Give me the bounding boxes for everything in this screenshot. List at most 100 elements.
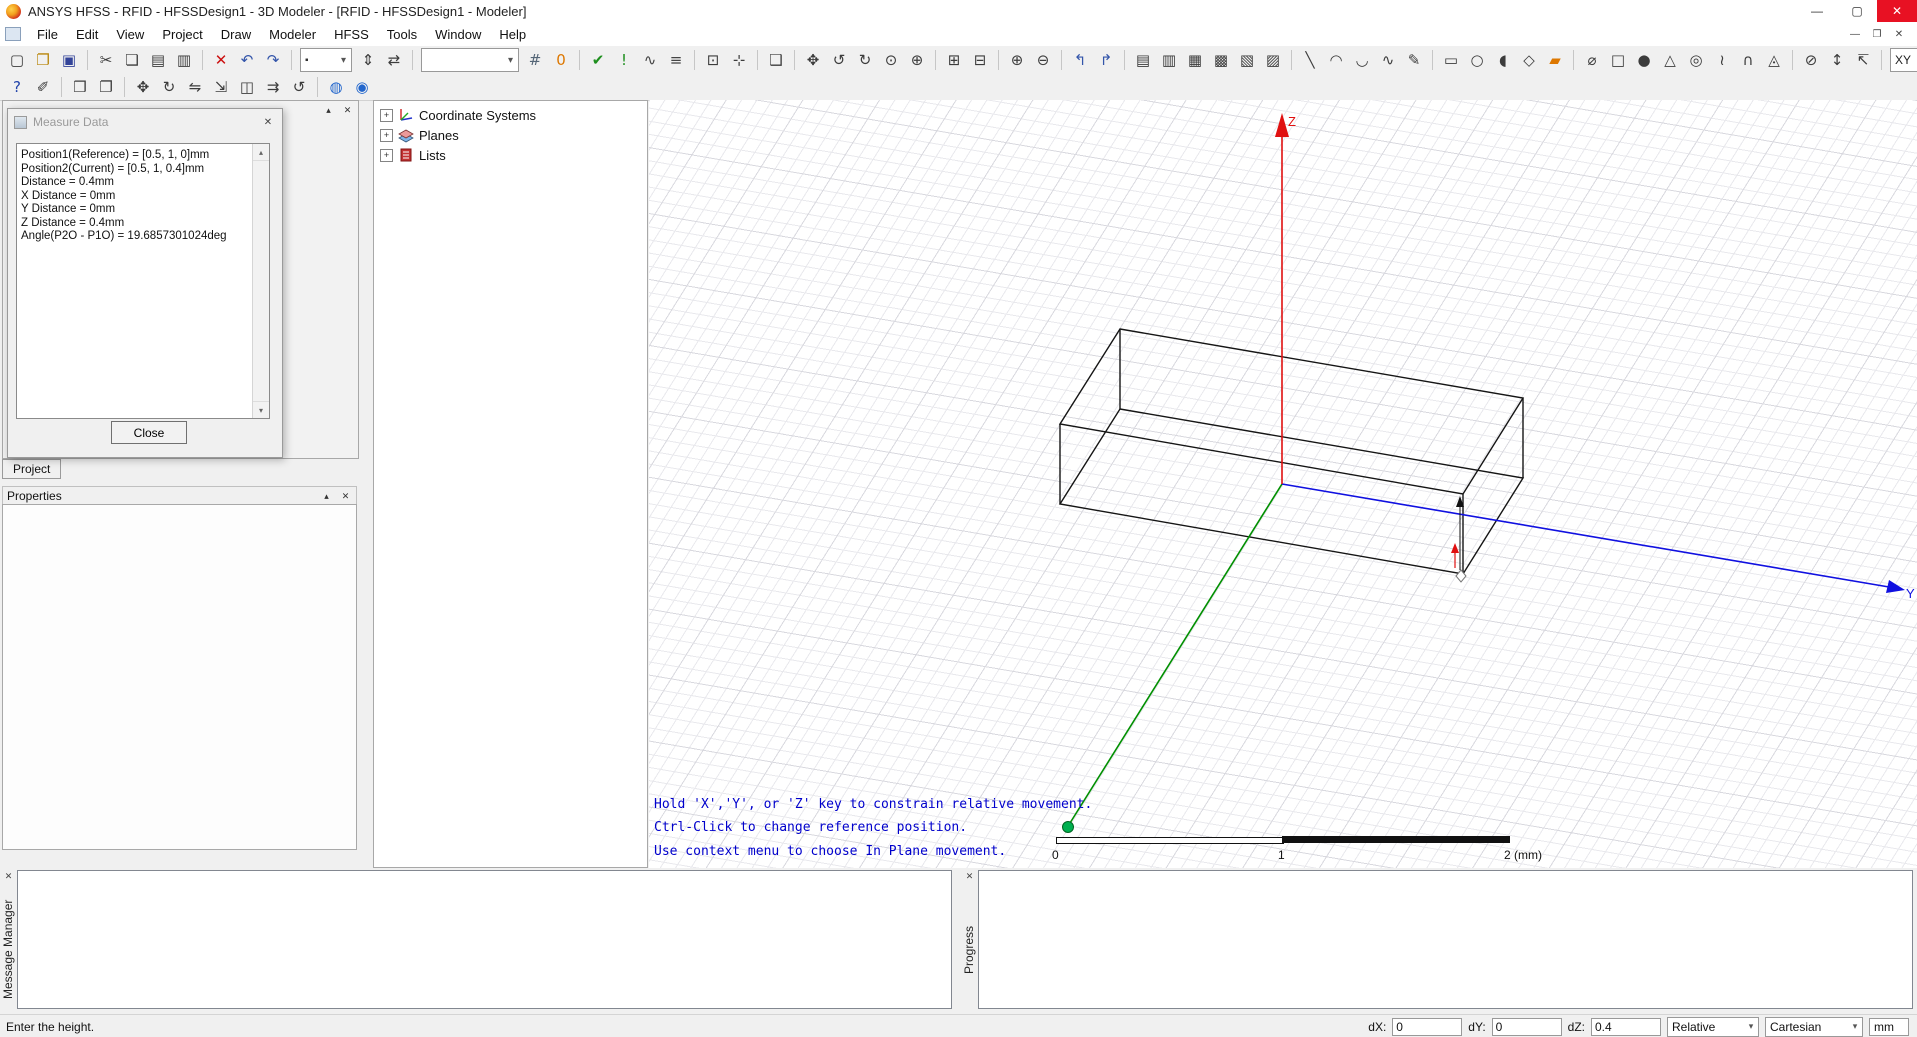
draw-cylinder-button[interactable]: ⌀ (1579, 48, 1605, 72)
menu-file[interactable]: File (28, 24, 67, 45)
select-multi-button[interactable]: ⇄ (381, 48, 407, 72)
zero-coordinate-button[interactable]: 0 (548, 48, 574, 72)
view-redo-button[interactable]: ↱ (1093, 48, 1119, 72)
select-vertex-button[interactable]: ⇕ (355, 48, 381, 72)
view-bottom-button[interactable]: ▥ (1156, 48, 1182, 72)
menu-hfss[interactable]: HFSS (325, 24, 378, 45)
view-left-button[interactable]: ▧ (1234, 48, 1260, 72)
dialog-titlebar[interactable]: Measure Data ✕ (8, 109, 282, 135)
window-split-button[interactable]: ❒ (67, 75, 93, 99)
fit-all-button[interactable]: ⊞ (941, 48, 967, 72)
view-right-button[interactable]: ▨ (1260, 48, 1286, 72)
menu-view[interactable]: View (107, 24, 153, 45)
view-top-button[interactable]: ▤ (1130, 48, 1156, 72)
whats-this-help-button[interactable]: ✐ (30, 75, 56, 99)
print-button[interactable]: ▥ (171, 48, 197, 72)
rotate-objects-button[interactable]: ↻ (156, 75, 182, 99)
zoom-out-button[interactable]: ⊖ (1030, 48, 1056, 72)
copy-button[interactable]: ❏ (119, 48, 145, 72)
measure-results-list[interactable]: Position1(Reference) = [0.5, 1, 0]mm Posi… (16, 143, 270, 419)
draw-plane-button[interactable]: ▰ (1542, 48, 1568, 72)
radiation-sphere-button[interactable]: ◉ (349, 75, 375, 99)
close-icon[interactable]: ✕ (963, 870, 976, 883)
paste-button[interactable]: ▤ (145, 48, 171, 72)
draw-torus-button[interactable]: ◎ (1683, 48, 1709, 72)
cut-button[interactable]: ✂ (93, 48, 119, 72)
tree-item-planes[interactable]: + Planes (374, 125, 647, 145)
draw-circle-button[interactable]: ○ (1464, 48, 1490, 72)
draw-rectangle-button[interactable]: ▭ (1438, 48, 1464, 72)
tree-item-coordinate-systems[interactable]: + Coordinate Systems (374, 105, 647, 125)
window-layout-button[interactable]: ❐ (93, 75, 119, 99)
plane-dropdown[interactable]: XY ▾ (1890, 48, 1917, 72)
coordinate-system-dropdown[interactable]: Cartesian ▾ (1765, 1016, 1863, 1037)
close-icon[interactable]: ✕ (338, 489, 353, 503)
close-icon[interactable]: ✕ (2, 870, 15, 883)
draw-polygon-button[interactable]: ◇ (1516, 48, 1542, 72)
rotate-axis-button[interactable]: ↻ (852, 48, 878, 72)
duplicate-along-line-button[interactable]: ⇉ (260, 75, 286, 99)
dx-input[interactable]: 0 (1392, 1017, 1463, 1036)
optimetrics-button[interactable]: ∿ (637, 48, 663, 72)
undo-button[interactable]: ↶ (234, 48, 260, 72)
zoom-area-button[interactable]: ⊡ (700, 48, 726, 72)
menu-modeler[interactable]: Modeler (260, 24, 325, 45)
draw-line-button[interactable]: ╲ (1297, 48, 1323, 72)
validate-button[interactable]: ✔ (585, 48, 611, 72)
measure-distance-button[interactable]: ↕ (1824, 48, 1850, 72)
child-minimize-button[interactable]: — (1845, 25, 1865, 43)
pan-view-button[interactable]: ✥ (800, 48, 826, 72)
measure-button[interactable]: ⊹ (726, 48, 752, 72)
fit-selection-button[interactable]: ⊟ (967, 48, 993, 72)
mirror-objects-button[interactable]: ⇋ (182, 75, 208, 99)
draw-spline-button[interactable]: ∿ (1375, 48, 1401, 72)
menu-window[interactable]: Window (426, 24, 490, 45)
move-objects-button[interactable]: ✥ (130, 75, 156, 99)
draw-box-button[interactable]: □ (1605, 48, 1631, 72)
child-restore-button[interactable]: ❐ (1867, 25, 1887, 43)
draw-sphere-button[interactable]: ● (1631, 48, 1657, 72)
copy-image-button[interactable]: ❑ (763, 48, 789, 72)
scroll-down-icon[interactable]: ▾ (253, 401, 269, 418)
project-tab[interactable]: Project (2, 459, 62, 479)
close-button[interactable]: ✕ (1877, 0, 1917, 22)
tree-item-lists[interactable]: + Lists (374, 145, 647, 165)
coordinate-mode-dropdown[interactable]: Relative ▾ (1667, 1016, 1759, 1037)
expand-icon[interactable]: + (380, 108, 393, 122)
new-file-button[interactable]: ▢ (4, 48, 30, 72)
collapse-icon[interactable]: ▴ (321, 103, 336, 117)
duplicate-around-axis-button[interactable]: ↺ (286, 75, 312, 99)
menu-project[interactable]: Project (153, 24, 211, 45)
open-file-button[interactable]: ❐ (30, 48, 56, 72)
rotate-free-button[interactable]: ↺ (826, 48, 852, 72)
align-view-button[interactable]: ↸ (1850, 48, 1876, 72)
history-dropdown[interactable]: ▾ (421, 48, 519, 72)
menu-edit[interactable]: Edit (67, 24, 107, 45)
expand-icon[interactable]: + (380, 128, 393, 142)
draw-ellipse-button[interactable]: ◖ (1490, 48, 1516, 72)
zoom-in-button[interactable]: ⊕ (1004, 48, 1030, 72)
non-model-toggle-button[interactable]: ⊘ (1798, 48, 1824, 72)
draw-sweep-button[interactable]: ✎ (1401, 48, 1427, 72)
redo-button[interactable]: ↷ (260, 48, 286, 72)
child-window-icon[interactable] (5, 27, 21, 41)
maximize-button[interactable]: ▢ (1837, 0, 1877, 22)
dz-input[interactable]: 0.4 (1591, 1017, 1661, 1036)
draw-cone-button[interactable]: △ (1657, 48, 1683, 72)
units-box[interactable]: mm (1869, 1017, 1909, 1036)
draw-arc-3pt-button[interactable]: ◡ (1349, 48, 1375, 72)
boundary-display-button[interactable]: ◍ (323, 75, 349, 99)
set-rotation-center-button[interactable]: ⊕ (904, 48, 930, 72)
collapse-icon[interactable]: ▴ (319, 489, 334, 503)
snap-grid-button[interactable]: # (522, 48, 548, 72)
selection-mode-dropdown[interactable]: ▪ ▾ (300, 48, 352, 72)
view-undo-button[interactable]: ↰ (1067, 48, 1093, 72)
3d-viewport[interactable]: Y Z Hold 'X','Y', or 'Z' key to constrai… (649, 100, 1917, 868)
draw-bondwire-button[interactable]: ∩ (1735, 48, 1761, 72)
analyze-all-button[interactable]: ! (611, 48, 637, 72)
scroll-up-icon[interactable]: ▴ (253, 144, 269, 161)
draw-arc-center-button[interactable]: ◠ (1323, 48, 1349, 72)
close-dialog-button[interactable]: Close (111, 421, 187, 444)
duplicate-mirror-button[interactable]: ◫ (234, 75, 260, 99)
close-icon[interactable]: ✕ (340, 103, 355, 117)
